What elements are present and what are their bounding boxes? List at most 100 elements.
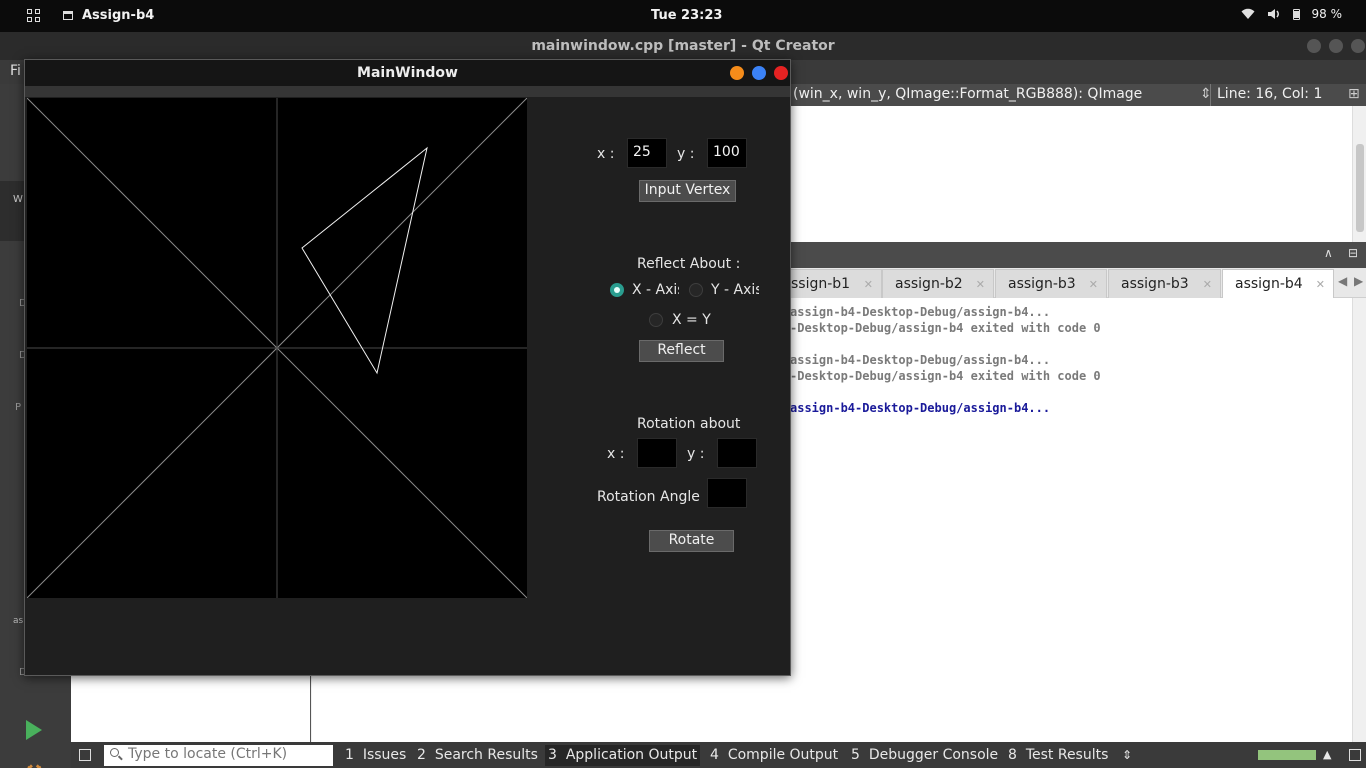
btn-label: Test Results (1025, 747, 1109, 763)
close-icon[interactable]: ✕ (976, 278, 985, 291)
system-tray[interactable]: 98 % (1241, 7, 1343, 21)
status-btn-debugger-console[interactable]: 5 Debugger Console (851, 747, 998, 763)
tab-label: assign-b4 (1235, 276, 1303, 292)
toolbar-divider (1210, 84, 1211, 106)
minimize-icon[interactable] (730, 66, 744, 80)
output-tab[interactable]: assign-b3 ✕ (995, 269, 1107, 298)
tab-scroll-left-icon[interactable]: ◀ (1338, 274, 1347, 288)
editor-toolbar: (win_x, win_y, QImage::Format_RGB888): Q… (790, 84, 1366, 106)
status-btn-test-results[interactable]: 8 Test Results (1008, 747, 1108, 763)
radio-x-equals-y-label[interactable]: X = Y (672, 312, 711, 328)
menu-file[interactable]: Fi (10, 63, 21, 79)
output-line: assign-b4-Desktop-Debug/assign-b4... (790, 353, 1051, 367)
status-bar: Type to locate (Ctrl+K) 1 Issues 2 Searc… (71, 742, 1366, 768)
close-icon[interactable]: ✕ (1089, 278, 1098, 291)
output-tab[interactable]: ssign-b1 ✕ (786, 269, 882, 298)
rotation-heading: Rotation about (637, 416, 741, 432)
locator-input[interactable]: Type to locate (Ctrl+K) (104, 745, 333, 766)
btn-number: 5 (851, 747, 860, 763)
top-bar: Assign-b4 Tue 23:23 98 % (0, 0, 1366, 32)
editor-area-bottom (312, 674, 790, 742)
output-line: -Desktop-Debug/assign-b4 exited with cod… (790, 321, 1101, 335)
close-icon[interactable]: ✕ (864, 278, 873, 291)
status-btn-issues[interactable]: 1 Issues (345, 747, 406, 763)
output-line: assign-b4-Desktop-Debug/assign-b4... (790, 305, 1051, 319)
btn-number: 4 (710, 747, 719, 763)
tab-scroll-right-icon[interactable]: ▶ (1354, 274, 1363, 288)
kit-selector-label[interactable]: as (13, 616, 23, 626)
tab-label: ssign-b1 (791, 276, 851, 292)
build-progress-bar (1258, 750, 1316, 760)
drawing-canvas[interactable] (26, 97, 528, 599)
mode-label-projects[interactable]: P (15, 402, 21, 413)
line-col-indicator[interactable]: Line: 16, Col: 1 (1217, 86, 1322, 102)
pane-maximize-icon[interactable]: ∧ (1324, 246, 1333, 260)
right-sidebar-toggle-icon[interactable] (1349, 749, 1361, 761)
app-menu-name[interactable]: Assign-b4 (82, 8, 154, 23)
output-tab[interactable]: assign-b2 ✕ (882, 269, 994, 298)
sidebar-toggle-icon[interactable] (79, 749, 91, 761)
editor-scrollbar[interactable] (1352, 106, 1366, 242)
qt-window-title: mainwindow.cpp [master] - Qt Creator (531, 38, 835, 54)
close-icon[interactable]: ✕ (1316, 278, 1325, 291)
battery-icon (1292, 8, 1300, 20)
close-icon[interactable] (1351, 39, 1365, 53)
radio-x-equals-y[interactable] (649, 313, 663, 327)
search-icon (110, 748, 119, 757)
split-editor-icon[interactable]: ⊞ (1348, 86, 1360, 102)
close-icon[interactable] (774, 66, 788, 80)
maximize-icon[interactable] (752, 66, 766, 80)
symbol-combo[interactable]: (win_x, win_y, QImage::Format_RGB888): Q… (793, 86, 1142, 102)
battery-percent: 98 % (1311, 7, 1343, 21)
more-panes-icon[interactable]: ⇕ (1122, 748, 1132, 762)
rotation-y-label: y : (687, 446, 705, 462)
output-pane-header: ∧ ⊟ (790, 242, 1366, 268)
radio-y-axis-label[interactable]: Y - Axis (711, 282, 759, 298)
clock[interactable]: Tue 23:23 (651, 8, 722, 23)
locator-placeholder: Type to locate (Ctrl+K) (128, 746, 288, 762)
pane-close-icon[interactable]: ⊟ (1348, 246, 1358, 260)
run-debug-icon[interactable] (26, 720, 42, 740)
rotation-angle-input[interactable] (707, 478, 747, 508)
close-icon[interactable]: ✕ (1203, 278, 1212, 291)
vertex-y-input[interactable]: 100 (707, 138, 747, 168)
activities-grid-icon[interactable] (27, 9, 41, 23)
vertex-x-input[interactable]: 25 (627, 138, 667, 168)
btn-label: Search Results (434, 747, 538, 763)
tab-label: assign-b2 (895, 276, 963, 292)
mode-label-welcome[interactable]: W (13, 194, 23, 205)
rotate-button[interactable]: Rotate (649, 530, 734, 552)
radio-x-axis[interactable] (610, 283, 624, 297)
editor-scroll-thumb[interactable] (1356, 144, 1364, 232)
input-vertex-button[interactable]: Input Vertex (639, 180, 736, 202)
minimize-icon[interactable] (1307, 39, 1321, 53)
build-hammer-icon[interactable]: ⚒ (25, 760, 43, 768)
application-output[interactable]: assign-b4-Desktop-Debug/assign-b4... -De… (790, 298, 1352, 742)
output-line: assign-b4-Desktop-Debug/assign-b4... (790, 401, 1051, 415)
output-tab[interactable]: assign-b3 ✕ (1108, 269, 1221, 298)
wifi-icon (1241, 8, 1254, 19)
tab-label: assign-b3 (1008, 276, 1076, 292)
output-tab-active[interactable]: assign-b4 ✕ (1222, 269, 1334, 298)
rotation-x-label: x : (607, 446, 625, 462)
code-editor[interactable] (790, 106, 1352, 242)
status-btn-application-output[interactable]: 3 Application Output (545, 745, 701, 766)
maximize-icon[interactable] (1329, 39, 1343, 53)
rotation-angle-label: Rotation Angle (597, 489, 700, 505)
output-scrollbar[interactable] (1352, 298, 1366, 742)
status-btn-compile-output[interactable]: 4 Compile Output (710, 747, 838, 763)
output-line: -Desktop-Debug/assign-b4 exited with cod… (790, 369, 1101, 383)
radio-x-axis-label[interactable]: X - Axis (632, 282, 679, 298)
vertex-x-label: x : (597, 146, 615, 162)
left-pane (71, 674, 311, 742)
btn-label: Debugger Console (868, 747, 999, 763)
rotation-x-input[interactable] (637, 438, 677, 468)
main-window-dialog: MainWindow x : 25 y : 100 Input Vertex R… (24, 59, 791, 676)
status-btn-search-results[interactable]: 2 Search Results (417, 747, 538, 763)
reflect-heading: Reflect About : (637, 256, 741, 272)
reflect-button[interactable]: Reflect (639, 340, 724, 362)
btn-number: 1 (345, 747, 354, 763)
radio-y-axis[interactable] (689, 283, 703, 297)
progress-toggle-icon[interactable]: ▲ (1323, 748, 1331, 761)
rotation-y-input[interactable] (717, 438, 757, 468)
